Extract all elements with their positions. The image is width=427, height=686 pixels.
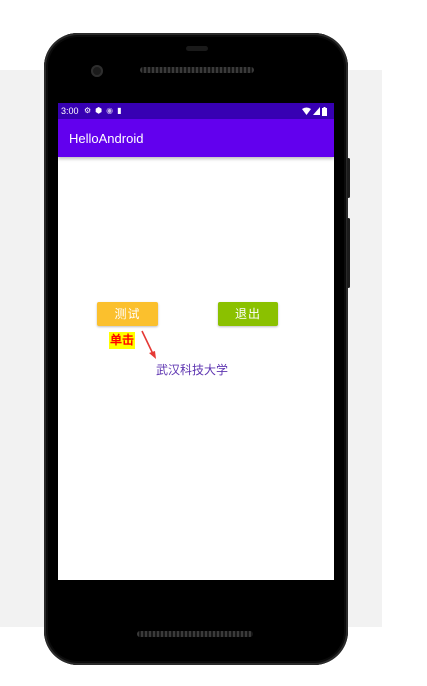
signal-assist-icon: ◉	[106, 106, 114, 115]
test-button[interactable]: 测试	[97, 302, 158, 326]
navigation-bar	[58, 580, 334, 618]
power-button	[347, 158, 350, 198]
pointer-arrow	[141, 330, 156, 359]
wifi-icon	[302, 107, 311, 115]
click-label: 单击	[109, 332, 136, 349]
status-time: 3:00	[61, 106, 79, 116]
status-notification-icons: ⚙ ⬢ ◉ ▮	[84, 104, 122, 118]
battery-icon	[322, 106, 327, 116]
status-system-icons	[302, 104, 327, 118]
volume-button	[347, 218, 350, 288]
sd-card-icon: ▮	[117, 106, 122, 115]
settings-icon: ⚙	[84, 106, 92, 115]
app-bar: HelloAndroid	[58, 119, 334, 157]
device-screen: 3:00 ⚙ ⬢ ◉ ▮ HelloAndroid 测试 退出 单击 武汉科技大…	[58, 103, 334, 580]
cell-signal-icon	[313, 107, 320, 115]
earpiece	[186, 46, 208, 51]
exit-button[interactable]: 退出	[218, 302, 278, 326]
status-bar: 3:00 ⚙ ⬢ ◉ ▮	[58, 103, 334, 119]
top-speaker-grille	[140, 67, 254, 73]
app-title: HelloAndroid	[69, 131, 144, 146]
front-camera	[91, 65, 103, 77]
shield-icon: ⬢	[95, 106, 103, 115]
school-name-text: 武汉科技大学	[156, 363, 229, 377]
bottom-speaker-grille	[137, 631, 253, 637]
